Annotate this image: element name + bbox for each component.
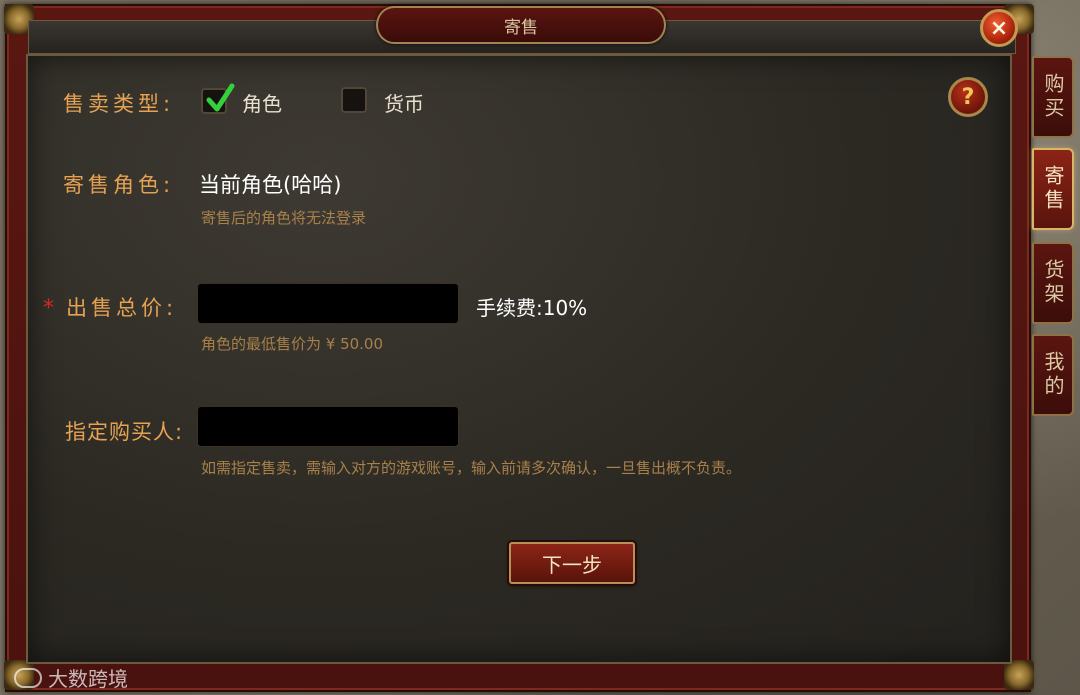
dialog-title: 寄售 <box>376 6 666 44</box>
next-step-label: 下一步 <box>542 552 602 577</box>
option-currency-label[interactable]: 货币 <box>384 88 424 117</box>
help-button[interactable]: ? <box>948 77 988 117</box>
total-price-input[interactable] <box>197 283 459 324</box>
checkbox-currency[interactable] <box>341 87 367 113</box>
fee-label: 手续费:10% <box>476 296 588 320</box>
next-step-button[interactable]: 下一步 <box>509 542 635 584</box>
total-price-hint: 角色的最低售价为 ¥ 50.00 <box>201 335 384 353</box>
consign-role-hint: 寄售后的角色将无法登录 <box>201 209 367 227</box>
watermark-logo-icon <box>14 667 42 688</box>
total-price-label: 出售总价: <box>66 296 178 320</box>
tab-mine-label: 我的 <box>1041 351 1065 399</box>
dialog-title-text: 寄售 <box>504 17 538 38</box>
sale-type-label: 售卖类型: <box>63 92 175 116</box>
tab-buy-label: 购买 <box>1041 73 1065 121</box>
buyer-label: 指定购买人: <box>65 420 184 444</box>
tab-mine[interactable]: 我的 <box>1032 334 1074 416</box>
tab-buy[interactable]: 购买 <box>1032 56 1074 138</box>
tab-shelf[interactable]: 货架 <box>1032 242 1074 324</box>
watermark-text: 大数跨境 <box>48 667 128 691</box>
buyer-account-input[interactable] <box>197 406 459 447</box>
watermark: 大数跨境 <box>14 663 128 692</box>
checkmark-icon <box>206 83 235 112</box>
tab-consign[interactable]: 寄售 <box>1032 148 1074 230</box>
option-role-label[interactable]: 角色 <box>242 88 282 117</box>
required-marker: * <box>43 296 54 321</box>
close-button[interactable]: × <box>980 9 1018 47</box>
consign-role-label: 寄售角色: <box>63 173 175 197</box>
consign-role-value: 当前角色(哈哈) <box>199 173 342 197</box>
buyer-hint: 如需指定售卖，需输入对方的游戏账号，输入前请多次确认，一旦售出概不负责。 <box>201 459 742 477</box>
checkbox-role[interactable] <box>201 83 235 114</box>
help-icon: ? <box>961 84 975 110</box>
frame-corner-ornament <box>1004 660 1034 690</box>
tab-consign-label: 寄售 <box>1041 165 1065 213</box>
tab-shelf-label: 货架 <box>1041 259 1065 307</box>
close-icon: × <box>989 15 1009 41</box>
